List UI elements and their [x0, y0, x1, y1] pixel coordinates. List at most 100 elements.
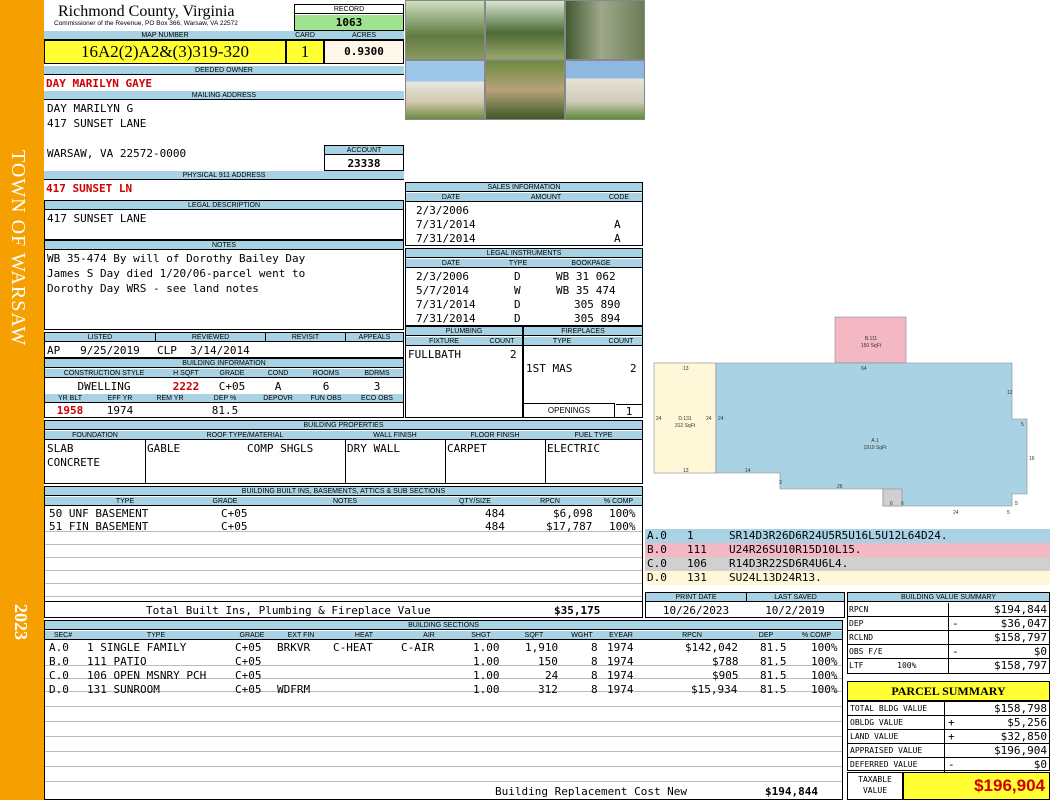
account-box: ACCOUNT 23338	[324, 145, 404, 171]
record-box: RECORD 1063	[294, 4, 404, 31]
ps-land-sign: +	[948, 730, 955, 743]
openings-value: 1	[616, 404, 642, 418]
builtins-box: BUILDING BUILT INS, BASEMENTS, ATTICS & …	[44, 486, 643, 618]
foundation-material: CONCRETE	[47, 456, 100, 469]
building-info-label: BUILDING INFORMATION	[45, 359, 403, 368]
property-photo-2[interactable]	[485, 0, 565, 60]
bdrms: 3	[373, 380, 381, 393]
property-photo-4[interactable]	[405, 60, 485, 120]
wall-finish: DRY WALL	[347, 442, 400, 455]
sec-h-shgt: SHGT	[459, 631, 503, 640]
property-photo-6[interactable]	[565, 60, 645, 120]
sec-type: 106 OPEN MSNRY PCH	[87, 669, 207, 682]
vs-obs-value: $0	[1033, 645, 1047, 658]
print-date-label: PRINT DATE	[646, 593, 746, 602]
sec-grade: C+05	[235, 655, 262, 668]
property-photo-1[interactable]	[405, 0, 485, 60]
bi-h-effyr: EFF YR	[95, 394, 145, 403]
bi2-h-comp: % COMP	[595, 497, 642, 506]
sec-eyear: 1974	[607, 641, 634, 654]
sec-h-comp: % COMP	[791, 631, 842, 640]
vector-num: 111	[687, 543, 707, 556]
sec-sqft: 312	[538, 683, 558, 696]
dim: 24	[706, 416, 712, 422]
vector-text: R14D3R22SD6R4U6L4.	[729, 557, 849, 570]
cond: A	[274, 380, 282, 393]
fireplaces-box: FIREPLACES TYPE COUNT 1ST MAS 2 OPENINGS…	[523, 326, 643, 418]
sec-h-heat: HEAT	[329, 631, 399, 640]
property-photo-5[interactable]	[485, 60, 565, 120]
legal-instruments-box: LEGAL INSTRUMENTS DATE TYPE BOOKPAGE 2/3…	[405, 248, 643, 326]
map-number: 16A2(2)A2&(3)319-320	[44, 40, 286, 64]
sec-grade: C+05	[235, 641, 262, 654]
vector-row-c: C.0 106 R14D3R22SD6R4U6L4.	[645, 557, 1050, 571]
sec-eyear: 1974	[607, 669, 634, 682]
props-h-fuel: FUEL TYPE	[545, 431, 642, 440]
props-h-foundation: FOUNDATION	[45, 431, 145, 440]
plumbing-fixture: FULLBATH	[408, 348, 461, 361]
li-date: 7/31/2014	[416, 312, 476, 325]
ps-deferred-value: $0	[1033, 758, 1047, 771]
vector-num: 1	[687, 529, 694, 542]
dim: 3	[779, 480, 782, 486]
map-number-label: MAP NUMBER	[44, 31, 286, 40]
vector-code: A.0	[647, 529, 667, 542]
sec-rpcn: $905	[712, 669, 739, 682]
print-box: PRINT DATE LAST SAVED 10/26/2023 10/2/20…	[645, 592, 845, 618]
sale-date: 2/3/2006	[416, 204, 469, 217]
ps-deferred-label: DEFERRED VALUE	[850, 760, 918, 769]
builtin-rpcn: $17,787	[546, 520, 593, 533]
sec-dep: 81.5	[760, 655, 787, 668]
fireplace-type: 1ST MAS	[526, 362, 573, 375]
deeded-owner: DAY MARILYN GAYE	[46, 77, 152, 90]
vector-row-b: B.0 111 U24R26SU10R15D10L15.	[645, 543, 1050, 557]
builtins-total: $35,175	[554, 604, 601, 617]
ps-obldg-value: $5,256	[1007, 716, 1047, 729]
section-row: D.0 131 SUNROOM C+05 WDFRM 1.00 312 8 19…	[45, 683, 842, 696]
listed-value: AP 9/25/2019	[47, 344, 140, 357]
sec-dep: 81.5	[760, 683, 787, 696]
li-type: W	[514, 284, 521, 297]
dim: 13	[683, 366, 689, 372]
builtin-grade: C+05	[221, 520, 248, 533]
sec-wght: 8	[591, 655, 598, 668]
vs-ltf-label: LTF 100%	[849, 661, 917, 670]
sec-grade: C+05	[235, 669, 262, 682]
listed-label: LISTED	[45, 333, 155, 342]
year-label: 2023	[11, 604, 31, 640]
builtin-comp: 100%	[609, 507, 636, 520]
fuel-type: ELECTRIC	[547, 442, 600, 455]
sec-extfin: WDFRM	[277, 683, 311, 696]
bi-h-yrblt: YR BLT	[45, 394, 95, 403]
vs-dep-sign: -	[952, 617, 959, 630]
sales-h-date: DATE	[406, 193, 496, 202]
bi-h-hsqft: H SQFT	[163, 369, 209, 378]
replacement-cost-value: $194,844	[765, 785, 818, 798]
fireplace-count: 2	[630, 362, 637, 375]
bi-h-cond: COND	[255, 369, 301, 378]
building-sketch[interactable]: B.111 150 SqFt D.131 312 SqFt A.1 1910 S…	[645, 300, 1050, 528]
property-photo-3[interactable]	[565, 0, 645, 60]
dim: 5	[1021, 422, 1024, 428]
plumbing-h-count: COUNT	[482, 337, 522, 346]
sketch-label-a1: A.1	[871, 438, 879, 444]
builtin-type: 50 UNF BASEMENT	[49, 507, 149, 520]
sec-wght: 8	[591, 669, 598, 682]
sec-sqft: 150	[538, 655, 558, 668]
li-h-date: DATE	[406, 259, 496, 268]
plumbing-label: PLUMBING	[406, 327, 522, 336]
bi-h-depovr: DEPOVR	[255, 394, 301, 403]
sec-h-grade: GRADE	[231, 631, 273, 640]
ps-obldg-sign: +	[948, 716, 955, 729]
sec-h-wght: WGHT	[565, 631, 599, 640]
last-saved-label: LAST SAVED	[746, 593, 844, 602]
sec-shgt: 1.00	[473, 655, 500, 668]
vs-obs-sign: -	[952, 645, 959, 658]
card-number: 1	[286, 40, 324, 64]
vector-num: 131	[687, 571, 707, 584]
sec-rpcn: $15,934	[691, 683, 738, 696]
sales-h-code: CODE	[596, 193, 642, 202]
sec-code: D.0	[49, 683, 69, 696]
ps-appraised-label: APPRAISED VALUE	[850, 746, 923, 755]
record-label: RECORD	[295, 5, 403, 14]
